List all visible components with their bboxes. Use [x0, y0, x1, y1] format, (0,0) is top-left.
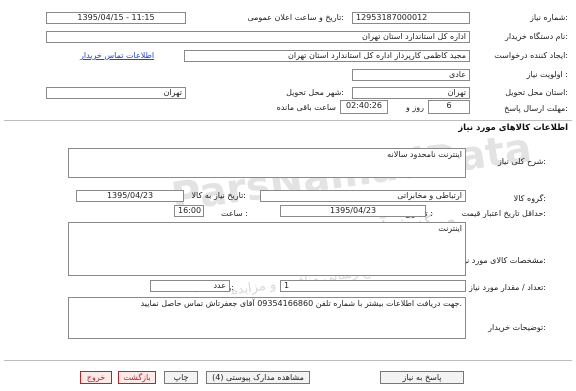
goods-section-title: اطلاعات کالاهای مورد نیاز [458, 123, 568, 133]
buyer-field: اداره کل استاندارد استان تهران [46, 31, 470, 43]
priority-field: عادی [352, 69, 470, 81]
deadline-days-field: 6 [428, 100, 470, 114]
need-number-label: شماره نیاز: [529, 13, 568, 22]
buyer-contact-link[interactable]: اطلاعات تماس خریدار [80, 51, 154, 60]
announce-date-label: تاریخ و ساعت اعلان عمومی: [247, 13, 344, 22]
deadline-label: مهلت ارسال پاسخ: [504, 104, 568, 113]
reply-to-need-button[interactable]: پاسخ به نیاز [380, 371, 464, 384]
city-field: تهران [46, 87, 186, 99]
time-label: ساعت : [220, 209, 248, 218]
quantity-field: 1 [280, 280, 466, 292]
need-date-label: تاریخ نیاز به کالا: [191, 191, 246, 200]
section-divider [4, 120, 572, 121]
exit-button[interactable]: خروج [80, 371, 112, 384]
spec-field: اینترنت [68, 222, 466, 276]
spec-label: مشخصات کالای مورد نیاز: [458, 256, 546, 265]
until-date-field: 1395/04/23 [280, 205, 426, 217]
creator-field: مجید کاظمی کارپرداز اداره کل استاندارد ا… [184, 50, 470, 62]
need-date-field: 1395/04/23 [76, 190, 184, 202]
summary-label: شرح کلی نیاز: [497, 157, 546, 166]
announce-date-field: 1395/04/15 - 11:15 [46, 12, 186, 24]
quantity-label: تعداد / مقدار مورد نیاز: [468, 283, 546, 292]
time-field: 16:00 [174, 205, 204, 217]
province-label: استان محل تحویل: [505, 88, 568, 97]
notes-label: توضیحات خریدار: [488, 323, 546, 332]
print-button[interactable]: چاپ [164, 371, 198, 384]
footer-divider [4, 360, 572, 361]
deadline-days-suffix: روز و [406, 103, 424, 112]
goods-group-field: ارتباطی و مخابراتی [260, 190, 466, 202]
notes-field: جهت دریافت اطلاعات بیشتر با شماره تلفن 0… [68, 297, 466, 339]
back-button[interactable]: بازگشت [118, 371, 156, 384]
deadline-time-suffix: ساعت باقی مانده [276, 103, 336, 112]
city-label: شهر محل تحویل: [286, 88, 344, 97]
need-number-field: 12953187000012 [352, 12, 470, 24]
unit-field: عدد [150, 280, 230, 292]
creator-label: ایجاد کننده درخواست: [494, 51, 568, 60]
summary-field: اینترنت نامحدود سالانه [68, 148, 466, 178]
province-field: تهران [352, 87, 470, 99]
min-price-validity-label: حداقل تاریخ اعتبار قیمت: [461, 209, 546, 218]
view-attachments-button[interactable]: مشاهده مدارک پیوستی (4) [206, 371, 310, 384]
deadline-time-field: 02:40:26 [340, 100, 388, 114]
buyer-label: نام دستگاه خریدار: [504, 32, 568, 41]
priority-label: اولویت نیاز : [526, 70, 568, 79]
goods-group-label: گروه کالا: [513, 194, 546, 203]
